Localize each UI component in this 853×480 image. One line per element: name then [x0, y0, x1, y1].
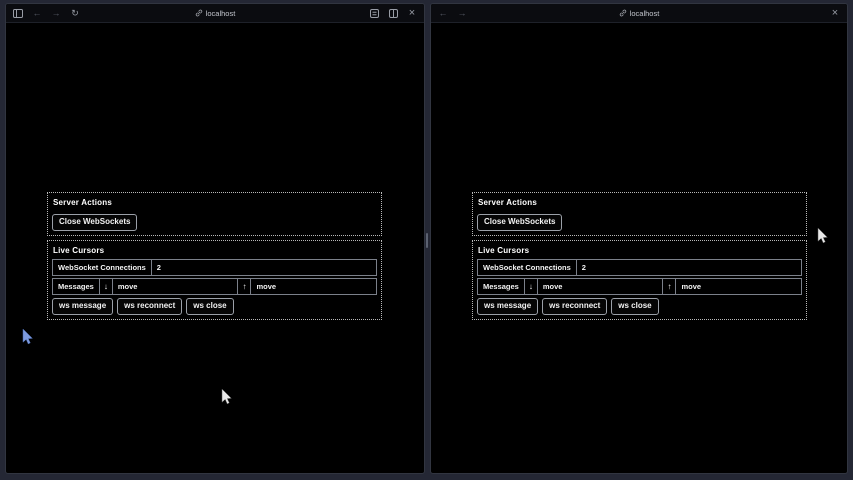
messages-label: Messages [478, 279, 525, 295]
server-actions-section: Server Actions Close WebSockets [472, 192, 807, 236]
page-content-left: Server Actions Close WebSockets Live Cur… [47, 192, 382, 320]
connections-label: WebSocket Connections [53, 260, 152, 275]
live-cursors-section: Live Cursors WebSocket Connections 2 Mes… [47, 240, 382, 320]
live-cursors-title: Live Cursors [478, 246, 802, 255]
url-text: localhost [206, 9, 236, 18]
outbound-arrow-icon: ↑ [663, 279, 676, 295]
outbound-arrow-icon: ↑ [238, 279, 251, 295]
live-cursors-section: Live Cursors WebSocket Connections 2 Mes… [472, 240, 807, 320]
url-text: localhost [630, 9, 660, 18]
desktop: ← → ↻ localhost × Se [0, 0, 853, 480]
link-icon [195, 9, 203, 17]
split-view-icon[interactable] [388, 8, 398, 18]
close-window-icon[interactable]: × [407, 8, 417, 18]
link-icon [619, 9, 627, 17]
connections-row: WebSocket Connections 2 [477, 259, 802, 276]
reload-icon[interactable]: ↻ [70, 8, 80, 18]
window-resize-handle[interactable] [426, 233, 428, 248]
live-cursors-title: Live Cursors [53, 246, 377, 255]
back-icon[interactable]: ← [438, 8, 448, 18]
ws-message-button[interactable]: ws message [52, 298, 113, 315]
outbound-event-value: move [676, 279, 801, 295]
browser-window-left: ← → ↻ localhost × Se [5, 3, 425, 474]
titlebar-left-controls: ← → [438, 8, 467, 18]
forward-icon[interactable]: → [51, 8, 61, 18]
connections-value: 2 [152, 260, 376, 275]
messages-label: Messages [53, 279, 100, 295]
ws-reconnect-button[interactable]: ws reconnect [542, 298, 607, 315]
inbound-arrow-icon: ↓ [525, 279, 538, 295]
titlebar-right: ← → localhost × [431, 4, 847, 23]
inbound-event-value: move [113, 279, 239, 295]
inbound-event-value: move [538, 279, 664, 295]
outbound-event-value: move [251, 279, 376, 295]
back-icon[interactable]: ← [32, 8, 42, 18]
ws-buttons-row: ws message ws reconnect ws close [477, 298, 802, 315]
close-window-icon[interactable]: × [830, 8, 840, 18]
ws-close-button[interactable]: ws close [611, 298, 658, 315]
server-actions-title: Server Actions [478, 198, 802, 207]
close-websockets-button[interactable]: Close WebSockets [52, 214, 137, 231]
server-actions-section: Server Actions Close WebSockets [47, 192, 382, 236]
ws-buttons-row: ws message ws reconnect ws close [52, 298, 377, 315]
connections-row: WebSocket Connections 2 [52, 259, 377, 276]
ws-message-button[interactable]: ws message [477, 298, 538, 315]
forward-icon[interactable]: → [457, 8, 467, 18]
address-display[interactable]: localhost [431, 4, 847, 22]
messages-row: Messages ↓ move ↑ move [52, 278, 377, 296]
browser-window-right: ← → localhost × Server Actions Close Web… [430, 3, 848, 474]
messages-row: Messages ↓ move ↑ move [477, 278, 802, 296]
page-menu-icon[interactable] [369, 8, 379, 18]
titlebar-left-controls: ← → ↻ [13, 8, 80, 18]
titlebar-right-controls: × [830, 8, 840, 18]
server-actions-title: Server Actions [53, 198, 377, 207]
ws-reconnect-button[interactable]: ws reconnect [117, 298, 182, 315]
connections-label: WebSocket Connections [478, 260, 577, 275]
inbound-arrow-icon: ↓ [100, 279, 113, 295]
titlebar-left: ← → ↻ localhost × [6, 4, 424, 23]
ws-close-button[interactable]: ws close [186, 298, 233, 315]
connections-value: 2 [577, 260, 801, 275]
titlebar-right-controls: × [369, 8, 417, 18]
close-websockets-button[interactable]: Close WebSockets [477, 214, 562, 231]
sidebar-toggle-icon[interactable] [13, 8, 23, 18]
page-content-right: Server Actions Close WebSockets Live Cur… [472, 192, 807, 320]
